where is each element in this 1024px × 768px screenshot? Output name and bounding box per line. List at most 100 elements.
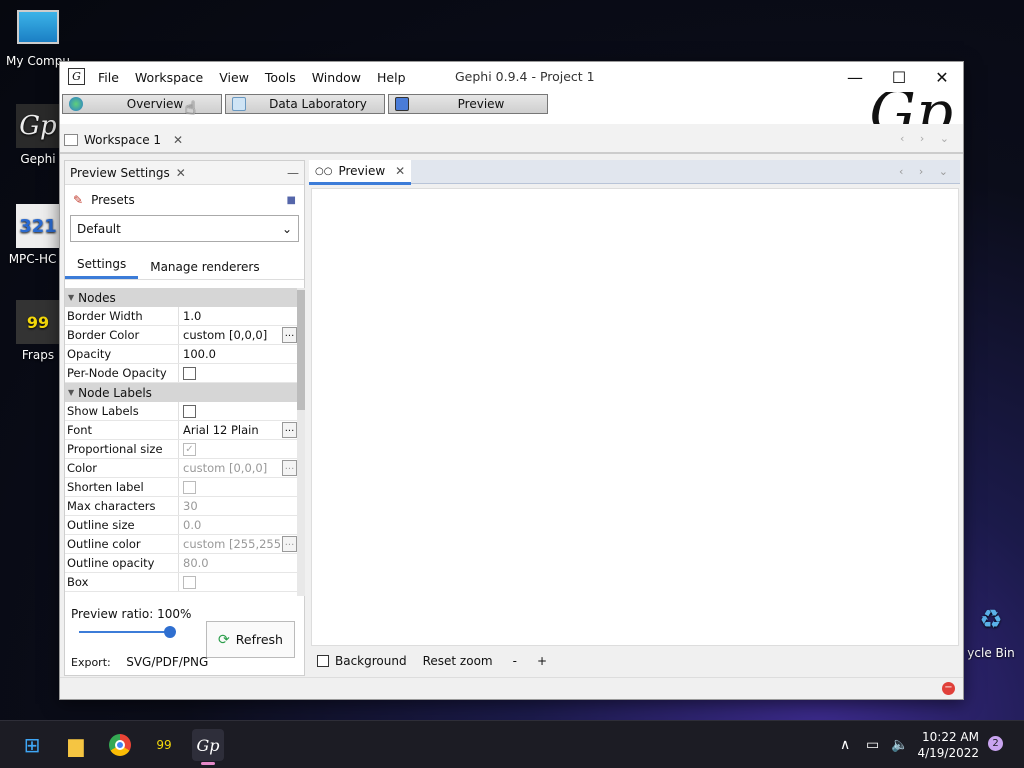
close-tab-icon[interactable]: ✕ xyxy=(173,133,183,147)
menu-file[interactable]: File xyxy=(90,70,127,85)
data-laboratory-button[interactable]: Data Laboratory xyxy=(225,94,385,114)
property-key: Per-Node Opacity xyxy=(65,364,179,382)
window-title: Gephi 0.9.4 - Project 1 xyxy=(455,69,595,84)
outline-color-field[interactable]: custom [255,255... ... xyxy=(179,535,297,553)
document-icon xyxy=(64,134,78,146)
taskbar: ⊞ ▆ 99 Gp ∧ ▭ 🔈 10:22 AM 4/19/2022 xyxy=(0,720,1024,768)
property-key: Color xyxy=(65,459,179,477)
gephi-window: G File Workspace View Tools Window Help … xyxy=(59,61,964,700)
preview-panel: ○○ Preview ✕ ‹ › ⌄ Background Reset zoom… xyxy=(309,160,960,676)
menu-view[interactable]: View xyxy=(211,70,257,85)
preset-select[interactable]: Default ⌄ xyxy=(70,215,299,242)
chrome-icon[interactable] xyxy=(104,729,136,761)
zoom-in-button[interactable]: + xyxy=(537,654,547,668)
preview-ratio: Preview ratio: 100% xyxy=(71,607,191,621)
preview-button[interactable]: Preview xyxy=(388,94,548,114)
mpc-hc-icon: 321 xyxy=(16,204,60,248)
error-indicator-icon[interactable]: − xyxy=(942,682,955,695)
property-key: Max characters xyxy=(65,497,179,515)
collapse-triangle-icon: ▼ xyxy=(68,293,75,302)
gephi-taskbar-icon[interactable]: Gp xyxy=(192,729,224,765)
section-nodes[interactable]: ▼ Nodes xyxy=(65,288,297,307)
overview-button[interactable]: Overview xyxy=(62,94,222,114)
ellipsis-button[interactable]: ... xyxy=(282,460,297,476)
border-width-field[interactable]: 1.0 xyxy=(179,307,297,325)
network-icon[interactable]: ▭ xyxy=(866,737,879,753)
tab-manage-renderers[interactable]: Manage renderers xyxy=(138,260,271,279)
refresh-label: Refresh xyxy=(235,632,283,647)
preview-footer: Background Reset zoom - + xyxy=(317,654,547,668)
shorten-label-checkbox[interactable] xyxy=(183,480,196,494)
property-key: Outline opacity xyxy=(65,554,179,572)
screen-icon xyxy=(395,97,409,111)
box-checkbox[interactable] xyxy=(183,575,196,589)
minimize-button[interactable]: — xyxy=(833,62,877,92)
ellipsis-button[interactable]: ... xyxy=(282,327,297,343)
reset-zoom-button[interactable]: Reset zoom xyxy=(423,654,493,668)
background-checkbox[interactable] xyxy=(317,655,329,667)
workspace-nav-arrows[interactable]: ‹ › ⌄ xyxy=(900,132,955,145)
close-button[interactable]: ✕ xyxy=(920,62,964,92)
fraps-taskbar-icon[interactable]: 99 xyxy=(148,729,180,761)
minimize-panel-icon[interactable]: — xyxy=(287,166,299,180)
menu-workspace[interactable]: Workspace xyxy=(127,70,211,85)
ellipsis-button[interactable]: ... xyxy=(282,536,297,552)
preview-tab-bar: ○○ Preview ✕ ‹ › ⌄ xyxy=(309,160,960,185)
per-node-opacity-checkbox[interactable] xyxy=(183,366,196,380)
preview-ratio-slider[interactable] xyxy=(79,631,175,633)
refresh-button[interactable]: ⟳ Refresh xyxy=(206,621,295,658)
tab-settings[interactable]: Settings xyxy=(65,257,139,279)
property-value: Arial 12 Plain xyxy=(183,423,259,437)
save-preset-icon[interactable]: ■ xyxy=(287,195,296,206)
fraps-icon: 99 xyxy=(16,300,60,344)
outline-size-field[interactable]: 0.0 xyxy=(179,516,297,534)
presets-label: Presets xyxy=(91,193,135,207)
property-value: custom [0,0,0] xyxy=(183,461,268,475)
preset-value: Default xyxy=(77,221,121,236)
preview-nav-arrows[interactable]: ‹ › ⌄ xyxy=(899,165,954,178)
gephi-app-icon[interactable]: G xyxy=(68,68,85,85)
desktop-icon-label: ycle Bin xyxy=(967,646,1015,660)
border-color-field[interactable]: custom [0,0,0] ... xyxy=(179,326,297,344)
opacity-field[interactable]: 100.0 xyxy=(179,345,297,363)
notification-badge[interactable]: 2 xyxy=(988,736,1003,751)
preview-tab[interactable]: ○○ Preview ✕ xyxy=(309,160,412,185)
clock-date: 4/19/2022 xyxy=(917,746,979,760)
overview-label: Overview xyxy=(126,97,184,111)
menu-tools[interactable]: Tools xyxy=(257,70,304,85)
show-labels-checkbox[interactable] xyxy=(183,404,196,418)
property-key: Outline color xyxy=(65,535,179,553)
export-formats-link[interactable]: SVG/PDF/PNG xyxy=(126,655,208,669)
close-panel-icon[interactable]: ✕ xyxy=(176,166,186,180)
outline-opacity-field[interactable]: 80.0 xyxy=(179,554,297,572)
file-explorer-icon[interactable]: ▆ xyxy=(60,729,92,761)
menu-help[interactable]: Help xyxy=(369,70,414,85)
title-bar: G File Workspace View Tools Window Help … xyxy=(60,62,963,92)
preview-canvas[interactable] xyxy=(311,188,959,646)
proportional-size-checkbox[interactable]: ✓ xyxy=(183,442,196,456)
scrollbar-thumb[interactable] xyxy=(297,290,305,410)
system-clock[interactable]: 10:22 AM 4/19/2022 xyxy=(915,729,979,761)
property-row: Per-Node Opacity xyxy=(65,364,297,383)
mouse-cursor-icon: ☝ xyxy=(185,98,196,119)
label-color-field[interactable]: custom [0,0,0] ... xyxy=(179,459,297,477)
globe-icon xyxy=(69,97,83,111)
volume-icon[interactable]: 🔈 xyxy=(891,737,908,753)
property-scrollbar[interactable] xyxy=(297,288,305,596)
property-row: Opacity 100.0 xyxy=(65,345,297,364)
preview-ratio-slider-knob[interactable] xyxy=(164,626,176,638)
max-characters-field[interactable]: 30 xyxy=(179,497,297,515)
start-button[interactable]: ⊞ xyxy=(16,729,48,761)
desktop-icon-recycle-bin[interactable]: ♻ ycle Bin xyxy=(958,598,1024,660)
section-node-labels[interactable]: ▼ Node Labels xyxy=(65,383,297,402)
desktop-icon-my-computer[interactable]: My Compu xyxy=(3,10,73,68)
ellipsis-button[interactable]: ... xyxy=(282,422,297,438)
workspace-tab[interactable]: Workspace 1 ✕ xyxy=(64,128,183,152)
maximize-button[interactable]: ☐ xyxy=(877,62,921,92)
font-field[interactable]: Arial 12 Plain ... xyxy=(179,421,297,439)
show-hidden-icons-chevron-icon[interactable]: ∧ xyxy=(840,737,850,753)
zoom-out-button[interactable]: - xyxy=(513,654,517,668)
glasses-icon: ○○ xyxy=(315,165,333,177)
menu-window[interactable]: Window xyxy=(304,70,369,85)
close-tab-icon[interactable]: ✕ xyxy=(395,164,405,178)
